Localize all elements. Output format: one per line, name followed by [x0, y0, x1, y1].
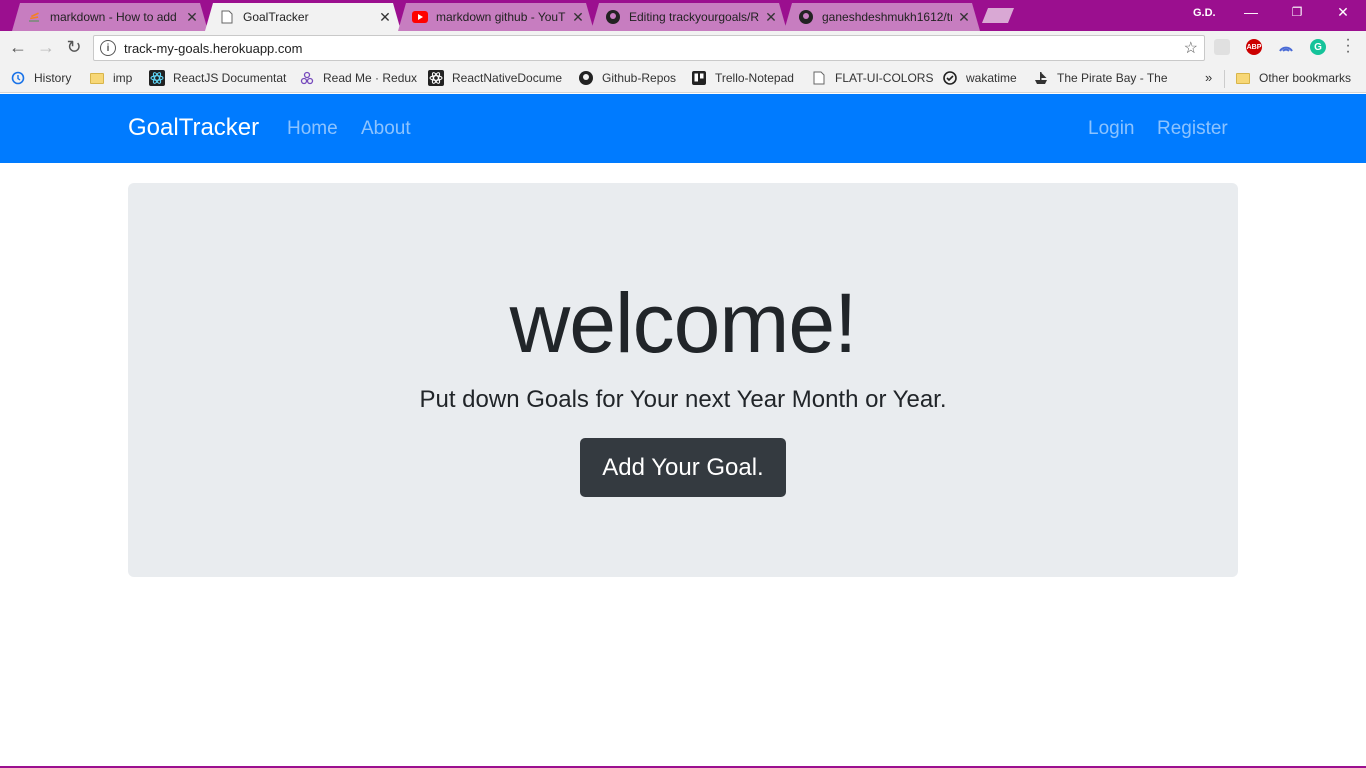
bookmark-other[interactable]: Other bookmarks	[1235, 70, 1351, 86]
bookmark-wakatime[interactable]: wakatime	[942, 70, 1017, 86]
extension-icon[interactable]	[1214, 39, 1230, 55]
bookmark-flat-ui-colors[interactable]: FLAT-UI-COLORS	[811, 70, 933, 86]
hero-lead: Put down Goals for Your next Year Month …	[419, 386, 947, 413]
tab-github-edit[interactable]: Editing trackyourgoals/R ✕	[591, 3, 787, 31]
tab-title: markdown - How to add	[50, 10, 177, 24]
github-icon	[798, 9, 814, 25]
nav-about[interactable]: About	[361, 118, 411, 140]
bookmark-label: Trello-Notepad	[715, 71, 794, 85]
bookmark-label: History	[34, 71, 72, 85]
bookmark-label: The Pirate Bay - The	[1057, 71, 1168, 85]
browser-toolbar: ← → ↻ i track-my-goals.herokuapp.com ☆ A…	[0, 31, 1366, 64]
bookmark-label: FLAT-UI-COLORS	[835, 71, 934, 85]
close-tab-icon[interactable]: ✕	[570, 9, 586, 26]
bookmark-imp[interactable]: imp	[89, 70, 132, 86]
tab-stackoverflow[interactable]: markdown - How to add ✕	[12, 3, 208, 31]
profile-name[interactable]: G.D.	[1193, 7, 1216, 19]
github-icon	[605, 9, 621, 25]
tab-title: ganeshdeshmukh1612/tr	[822, 10, 952, 24]
bookmark-redux[interactable]: Read Me · Redux	[299, 70, 417, 86]
add-goal-button[interactable]: Add Your Goal.	[580, 438, 786, 497]
folder-icon	[89, 70, 105, 86]
bookmark-trello[interactable]: Trello-Notepad	[691, 70, 794, 86]
brand-logo[interactable]: GoalTracker	[128, 114, 259, 142]
nav-home[interactable]: Home	[287, 118, 338, 140]
address-url[interactable]: track-my-goals.herokuapp.com	[124, 41, 302, 56]
bookmark-history[interactable]: History	[10, 70, 71, 86]
reload-icon[interactable]: ↻	[64, 37, 84, 57]
forward-arrow-icon[interactable]: →	[36, 37, 56, 57]
bookmark-reactnative[interactable]: ReactNativeDocume	[428, 70, 562, 86]
minimize-icon[interactable]: —	[1241, 4, 1261, 20]
bookmarks-bar: History imp ReactJS Documentat Read Me ·…	[0, 64, 1366, 93]
close-tab-icon[interactable]: ✕	[184, 9, 200, 26]
restore-icon[interactable]: ❐	[1287, 5, 1307, 19]
react-icon	[428, 70, 444, 86]
wakatime-icon	[942, 70, 958, 86]
tab-title: Editing trackyourgoals/R	[629, 10, 759, 24]
bookmark-label: imp	[113, 71, 133, 85]
bookmark-piratebay[interactable]: The Pirate Bay - The	[1033, 70, 1168, 86]
wappalyzer-icon[interactable]	[1278, 39, 1294, 55]
tab-goaltracker[interactable]: GoalTracker ✕	[205, 3, 401, 31]
site-navbar: GoalTracker Home About Login Register	[0, 94, 1366, 163]
page-icon	[219, 9, 235, 25]
close-tab-icon[interactable]: ✕	[763, 9, 779, 26]
chrome-menu-icon[interactable]: · · ·	[1342, 32, 1354, 60]
hero-jumbotron: welcome! Put down Goals for Your next Ye…	[128, 183, 1238, 577]
bookmark-label: ReactNativeDocume	[452, 71, 563, 85]
nav-login[interactable]: Login	[1088, 118, 1135, 140]
stackoverflow-icon	[26, 9, 42, 25]
bookmark-label: Read Me · Redux	[323, 71, 418, 85]
new-tab-button[interactable]	[982, 8, 1014, 23]
history-icon	[10, 70, 26, 86]
folder-icon	[1235, 70, 1251, 86]
browser-tab-strip: markdown - How to add ✕ GoalTracker ✕ ma…	[0, 0, 1366, 31]
bookmark-label: ReactJS Documentat	[173, 71, 287, 85]
github-icon	[578, 70, 594, 86]
close-tab-icon[interactable]: ✕	[377, 9, 393, 26]
redux-icon	[299, 70, 315, 86]
tab-title: markdown github - YouT	[436, 10, 566, 24]
back-arrow-icon[interactable]: ←	[8, 37, 28, 57]
adblock-icon[interactable]: ABP	[1246, 39, 1262, 55]
hero-title: welcome!	[509, 276, 858, 370]
pirate-icon	[1033, 70, 1049, 86]
bookmarks-overflow-button[interactable]: »	[1205, 70, 1212, 85]
site-info-icon[interactable]: i	[100, 40, 116, 56]
react-icon	[149, 70, 165, 86]
bookmark-reactjs[interactable]: ReactJS Documentat	[149, 70, 286, 86]
bookmark-label: Github-Repos	[602, 71, 677, 85]
address-bar[interactable]: i track-my-goals.herokuapp.com ☆	[93, 35, 1205, 61]
nav-register[interactable]: Register	[1157, 118, 1228, 140]
trello-icon	[691, 70, 707, 86]
bookmark-label: Other bookmarks	[1259, 71, 1352, 85]
bookmarks-divider	[1224, 70, 1225, 88]
bookmark-github-repos[interactable]: Github-Repos	[578, 70, 676, 86]
youtube-icon	[412, 9, 428, 25]
close-tab-icon[interactable]: ✕	[956, 9, 972, 26]
tab-github-repo[interactable]: ganeshdeshmukh1612/tr ✕	[784, 3, 980, 31]
bookmark-star-icon[interactable]: ☆	[1184, 38, 1198, 58]
grammarly-icon[interactable]: G	[1310, 39, 1326, 55]
tab-title: GoalTracker	[243, 10, 309, 24]
tab-youtube[interactable]: markdown github - YouT ✕	[398, 3, 594, 31]
bookmark-label: wakatime	[966, 71, 1017, 85]
page-icon	[811, 70, 827, 86]
close-window-icon[interactable]: ✕	[1333, 4, 1353, 21]
